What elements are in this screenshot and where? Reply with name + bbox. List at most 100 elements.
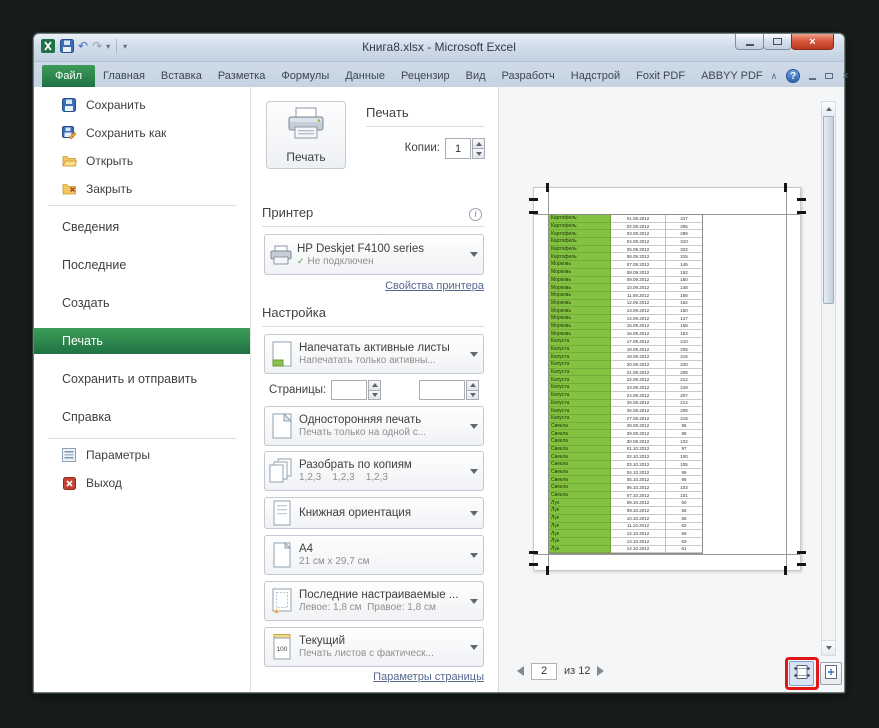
spin-down-icon[interactable] (466, 390, 479, 401)
preview-table-row: Капуста20.09.2012220 (549, 361, 702, 369)
window-title: Книга8.xlsx - Microsoft Excel (184, 34, 694, 61)
titlebar[interactable]: ↶ ↷ ▾ ▾ Книга8.xlsx - Microsoft Excel × (34, 34, 844, 62)
backstage-item-new[interactable]: Создать (34, 284, 250, 322)
footer-margin-handle[interactable] (797, 563, 806, 566)
spin-down-icon[interactable] (472, 148, 485, 159)
backstage-item-save-send[interactable]: Сохранить и отправить (34, 360, 250, 398)
preview-cell-value: 207 (666, 392, 702, 400)
redo-icon[interactable]: ↷ (92, 38, 102, 54)
pages-to-value[interactable] (419, 380, 465, 400)
preview-table-row: Картофель04.09.2012310 (549, 238, 702, 246)
setting-orientation-dropdown[interactable]: Книжная ориентация (264, 497, 484, 529)
preview-table-row: Капуста26.09.2012209 (549, 407, 702, 415)
copies-spin-buttons[interactable] (472, 138, 485, 159)
ribbon-tab-page-layout[interactable]: Разметка (210, 65, 274, 87)
preview-cell-value: 298 (666, 230, 702, 238)
margin-handle[interactable] (784, 566, 787, 575)
maximize-button[interactable] (763, 34, 792, 50)
ribbon-tab-formulas[interactable]: Формулы (273, 65, 337, 87)
preview-table-row: Лук14.10.201261 (549, 546, 702, 554)
pages-to-spinner[interactable] (419, 380, 479, 400)
margin-handle[interactable] (797, 211, 806, 214)
previous-page-button[interactable] (517, 666, 524, 676)
ribbon-tab-review[interactable]: Рецензир (393, 65, 458, 87)
info-icon[interactable]: i (469, 208, 482, 221)
margin-handle[interactable] (546, 566, 549, 575)
scrollbar-thumb[interactable] (823, 116, 834, 304)
copies-spinner[interactable]: 1 (445, 138, 485, 159)
right-margin-line[interactable] (786, 188, 787, 570)
printer-selector[interactable]: HP Deskjet F4100 series ✓ Не подключен (264, 234, 484, 275)
help-icon[interactable]: ? (786, 69, 800, 83)
backstage-item-help[interactable]: Справка (34, 398, 250, 436)
ribbon-tab-foxit-pdf[interactable]: Foxit PDF (628, 65, 693, 87)
ribbon-tab-add-ins[interactable]: Надстрой (563, 65, 628, 87)
backstage-item-print[interactable]: Печать (34, 322, 250, 360)
setting-paper-size-dropdown[interactable]: A421 см x 29,7 см (264, 535, 484, 575)
backstage-item-save[interactable]: Сохранить (34, 91, 250, 119)
close-icon-small[interactable]: × (842, 70, 848, 82)
pages-from-spin-buttons[interactable] (368, 380, 381, 400)
preview-cell-date: 11.10.2012 (611, 523, 666, 531)
header-margin-handle[interactable] (797, 198, 806, 201)
backstage-item-options[interactable]: Параметры (34, 441, 250, 469)
spin-down-icon[interactable] (368, 390, 381, 401)
preview-scrollbar[interactable] (821, 101, 836, 656)
collapse-ribbon-icon[interactable]: ∧ (771, 69, 778, 83)
save-icon[interactable] (60, 38, 74, 54)
margin-handle[interactable] (529, 211, 538, 214)
show-margins-button[interactable] (789, 661, 814, 686)
zoom-to-page-button[interactable] (820, 662, 842, 685)
margin-handle[interactable] (797, 551, 806, 554)
ribbon-tab-developer[interactable]: Разработч (494, 65, 563, 87)
pages-from-spinner[interactable] (331, 380, 381, 400)
setting-scaling-dropdown[interactable]: 100ТекущийПечать листов с фактическ... (264, 627, 484, 667)
bottom-margin-line[interactable] (534, 554, 800, 555)
margin-handle[interactable] (546, 183, 549, 192)
pages-from-value[interactable] (331, 380, 367, 400)
page-setup-link[interactable]: Параметры страницы (373, 671, 484, 683)
next-page-button[interactable] (597, 666, 604, 676)
backstage-item-open[interactable]: Открыть (34, 147, 250, 175)
preview-cell-name: Картофель (549, 215, 611, 223)
backstage-item-save-as[interactable]: Сохранить как (34, 119, 250, 147)
preview-cell-value: 153 (666, 330, 702, 338)
setting-margins-dropdown[interactable]: ★Последние настраиваемые ...Левое: 1,8 с… (264, 581, 484, 621)
pages-to-spin-buttons[interactable] (466, 380, 479, 400)
chevron-down-icon[interactable]: ▾ (106, 38, 110, 54)
backstage-item-recent[interactable]: Последние (34, 246, 250, 284)
sidebar-separator (48, 438, 236, 439)
setting-text: Разобрать по копиям1,2,3 1,2,3 1,2,3 (299, 459, 465, 483)
ribbon-tab-home[interactable]: Главная (95, 65, 153, 87)
preview-cell-value: 63 (666, 538, 702, 546)
restore-icon-small[interactable] (825, 73, 833, 79)
margin-handle[interactable] (784, 183, 787, 192)
current-page-input[interactable]: 2 (531, 663, 557, 680)
backstage-item-info[interactable]: Сведения (34, 208, 250, 246)
ribbon-tab-data[interactable]: Данные (337, 65, 393, 87)
preview-cell-value: 99 (666, 469, 702, 477)
copies-value[interactable]: 1 (445, 138, 471, 159)
setting-collate-dropdown[interactable]: Разобрать по копиям1,2,3 1,2,3 1,2,3 (264, 451, 484, 491)
setting-duplex-dropdown[interactable]: Односторонняя печатьПечать только на одн… (264, 406, 484, 446)
backstage-item-exit[interactable]: Выход (34, 469, 250, 497)
ribbon-tab-abbyy-pdf[interactable]: ABBYY PDF (693, 65, 771, 87)
qat-customize-icon[interactable]: ▾ (123, 38, 127, 54)
printer-properties-link[interactable]: Свойства принтера (385, 280, 484, 292)
minimize-button[interactable] (735, 34, 764, 50)
scroll-up-icon[interactable] (822, 102, 835, 117)
scroll-down-icon[interactable] (822, 640, 835, 655)
margin-handle[interactable] (529, 551, 538, 554)
header-margin-handle[interactable] (529, 198, 538, 201)
setting-what-to-print-dropdown[interactable]: Напечатать активные листыНапечатать толь… (264, 334, 484, 374)
backstage-item-close[interactable]: Закрыть (34, 175, 250, 203)
ribbon-tab-view[interactable]: Вид (458, 65, 494, 87)
footer-margin-handle[interactable] (529, 563, 538, 566)
preview-cell-name: Свекла (549, 476, 611, 484)
ribbon-tab-file[interactable]: Файл (42, 65, 95, 87)
minimize-icon-small[interactable] (809, 78, 816, 80)
close-button[interactable]: × (791, 34, 834, 50)
ribbon-tab-insert[interactable]: Вставка (153, 65, 210, 87)
portrait-icon (265, 500, 299, 526)
undo-icon[interactable]: ↶ (78, 38, 88, 54)
